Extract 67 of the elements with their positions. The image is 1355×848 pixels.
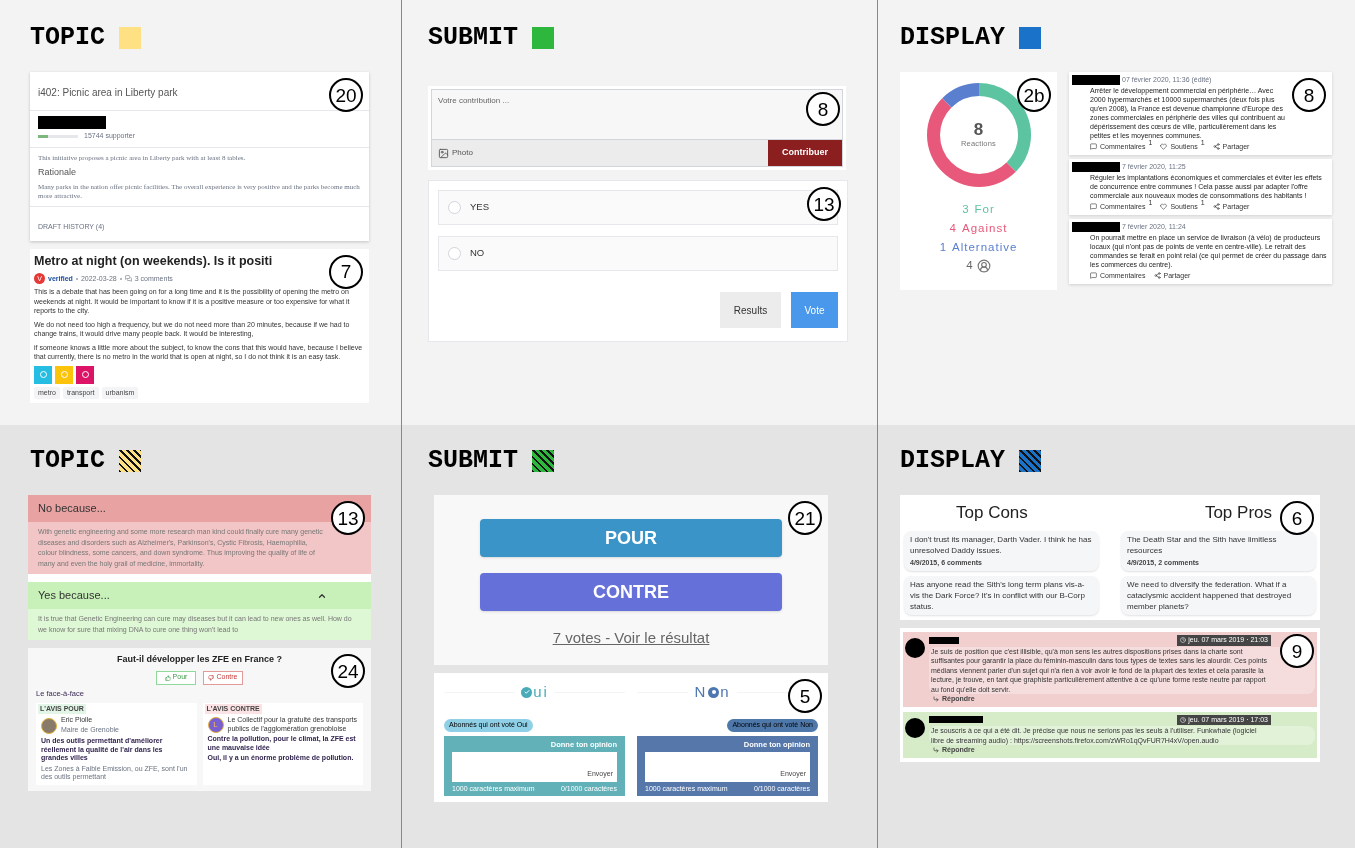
column-heading: Top Pros <box>1204 502 1272 524</box>
reply-icon <box>933 747 939 754</box>
comments-icon <box>124 275 132 283</box>
poll-option[interactable]: NO <box>438 236 838 271</box>
radio-button[interactable] <box>448 247 461 260</box>
legend-entry: 4 Against <box>949 221 1008 236</box>
section-heading: TOPIC <box>30 22 105 55</box>
panel-number: 2b <box>1017 78 1051 112</box>
clock-icon <box>1180 637 1187 644</box>
reply-icon <box>933 696 939 703</box>
section-header[interactable]: Yes because... <box>28 582 371 609</box>
oui-heading: ui <box>520 680 549 704</box>
redaction-bar <box>929 716 983 724</box>
redaction-bar <box>1072 75 1120 86</box>
debate-title: Faut-il développer les ZFE en France ? <box>116 653 282 666</box>
thumbs-up-icon <box>164 674 171 681</box>
legend-entry: 1 Alternative <box>939 240 1018 255</box>
panel-number: 6 <box>1280 501 1314 535</box>
section-heading: SUBMIT <box>428 22 518 55</box>
redaction-bar <box>38 116 106 129</box>
argument-text: The Death Star and the Sith have limitless resources <box>1127 533 1278 556</box>
comment-icon <box>1090 272 1097 280</box>
letter-avatar: L <box>207 716 224 733</box>
panel-number: 20 <box>329 78 363 112</box>
redaction-bar <box>1072 222 1120 233</box>
argument-text: I don't trust its manager, Darth Vader. I think he has unresolved Daddy issues. <box>910 533 1093 556</box>
results-button[interactable]: Results <box>720 292 781 328</box>
non-heading: N n <box>694 681 731 702</box>
legend-entry: 3 For <box>962 202 995 217</box>
avatar-placeholder <box>905 717 925 738</box>
redaction-bar <box>929 636 959 644</box>
thumbs-down-icon <box>208 674 215 681</box>
redaction-bar <box>1072 162 1120 173</box>
comment-icon <box>1090 143 1097 151</box>
panel-number: 24 <box>331 654 365 688</box>
panel-number: 21 <box>788 501 822 535</box>
section-heading: DISPLAY <box>900 445 1006 478</box>
user-icon <box>976 258 991 273</box>
contribute-button[interactable]: Contribuer <box>768 140 842 166</box>
post-title: Metro at night (on weekends). Is it positi <box>34 252 273 270</box>
panel-number: 7 <box>329 254 363 289</box>
photo-button[interactable]: Photo <box>452 147 473 159</box>
share-icon <box>1212 143 1220 151</box>
share-icon <box>1212 203 1220 211</box>
panel-number: 5 <box>788 679 822 713</box>
avatar-placeholder <box>905 638 925 658</box>
radio-button[interactable] <box>448 201 461 214</box>
clock-icon <box>1180 716 1187 723</box>
section-heading: TOPIC <box>30 445 105 478</box>
column-heading: Top Cons <box>956 502 1028 524</box>
heart-icon <box>1160 203 1168 211</box>
share-icon <box>1153 272 1161 280</box>
comment-icon <box>1090 203 1097 211</box>
contre-button[interactable]: CONTRE <box>480 573 782 611</box>
argument-text: Has anyone read the Sith's long term plans vis-a-vis the Dark Force? It's in conflict with our B-Corp status. <box>910 579 1086 612</box>
results-link[interactable]: 7 votes - Voir le résultat <box>552 627 710 650</box>
image-icon <box>438 147 449 159</box>
argument-text: We need to diversify the federation. What if a cataclysmic accident happened that destroyed member planets? <box>1127 579 1293 612</box>
reaction-total: 8 <box>973 120 984 138</box>
section-heading: DISPLAY <box>900 22 1006 55</box>
heart-icon <box>1160 143 1168 151</box>
initiative-title: i402: Picnic area in Liberty park <box>38 87 178 98</box>
avatar-placeholder <box>41 717 57 734</box>
participant-count: 4 <box>966 258 973 273</box>
panel-number: 13 <box>807 187 841 221</box>
section-heading: SUBMIT <box>428 445 518 478</box>
rationale-heading: Rationale <box>38 166 78 179</box>
